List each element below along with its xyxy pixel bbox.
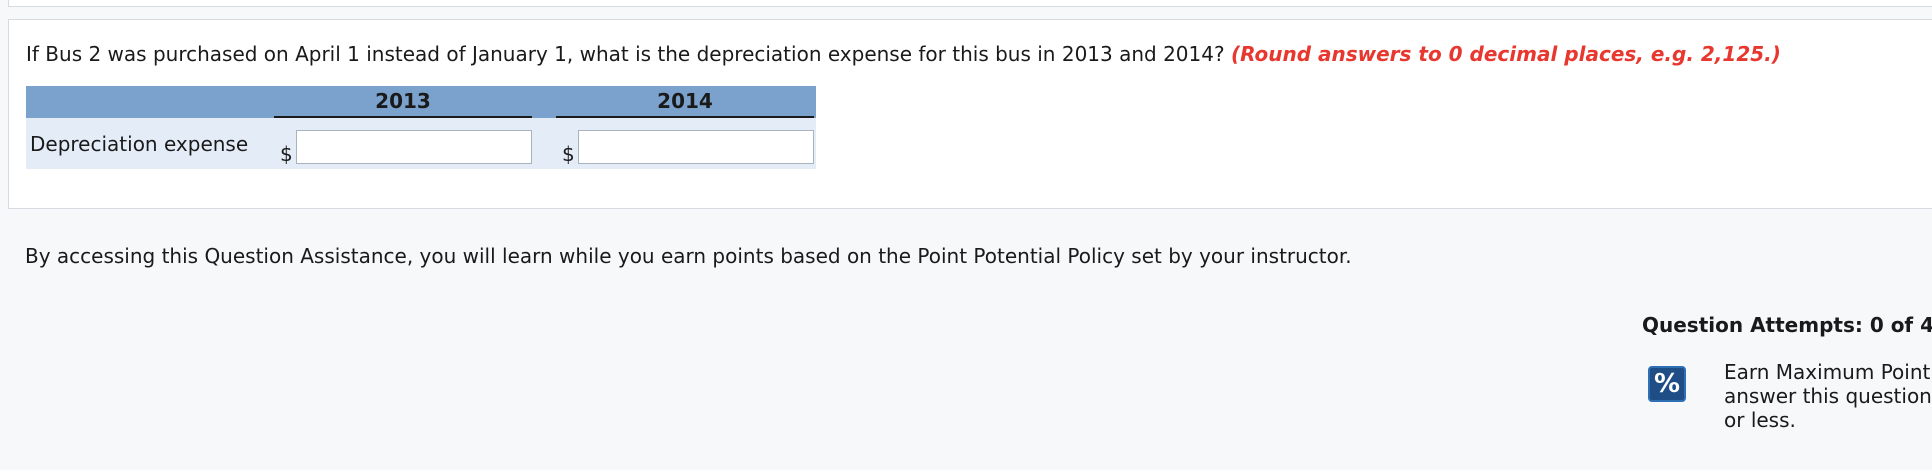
question-panel: If Bus 2 was purchased on April 1 instea… (8, 19, 1932, 209)
question-assistance-notice: By accessing this Question Assistance, y… (25, 244, 1352, 268)
table-header-row: 2013 2014 (26, 86, 816, 118)
question-prompt: If Bus 2 was purchased on April 1 instea… (26, 42, 1781, 66)
top-panel-edge (8, 0, 1932, 7)
question-attempts: Question Attempts: 0 of 4 (1642, 313, 1932, 337)
row-label-depreciation-expense: Depreciation expense (30, 132, 249, 156)
percent-icon: % (1648, 366, 1686, 402)
rounding-hint: (Round answers to 0 decimal places, e.g.… (1230, 42, 1781, 66)
answer-table: 2013 2014 Depreciation expense $ $ (26, 86, 816, 169)
earn-maximum-points-text: Earn Maximum Point answer this question … (1724, 360, 1932, 432)
column-header-2014: 2014 (556, 86, 814, 118)
depreciation-2014-input[interactable] (578, 130, 814, 164)
earn-line-2: answer this question (1724, 384, 1932, 408)
depreciation-2013-input[interactable] (296, 130, 532, 164)
column-header-2013: 2013 (274, 86, 532, 118)
earn-line-3: or less. (1724, 408, 1796, 432)
dollar-sign-2014: $ (562, 142, 575, 166)
question-text: If Bus 2 was purchased on April 1 instea… (26, 42, 1225, 66)
table-row: Depreciation expense $ $ (26, 118, 816, 169)
earn-line-1: Earn Maximum Point (1724, 360, 1931, 384)
dollar-sign-2013: $ (280, 142, 293, 166)
